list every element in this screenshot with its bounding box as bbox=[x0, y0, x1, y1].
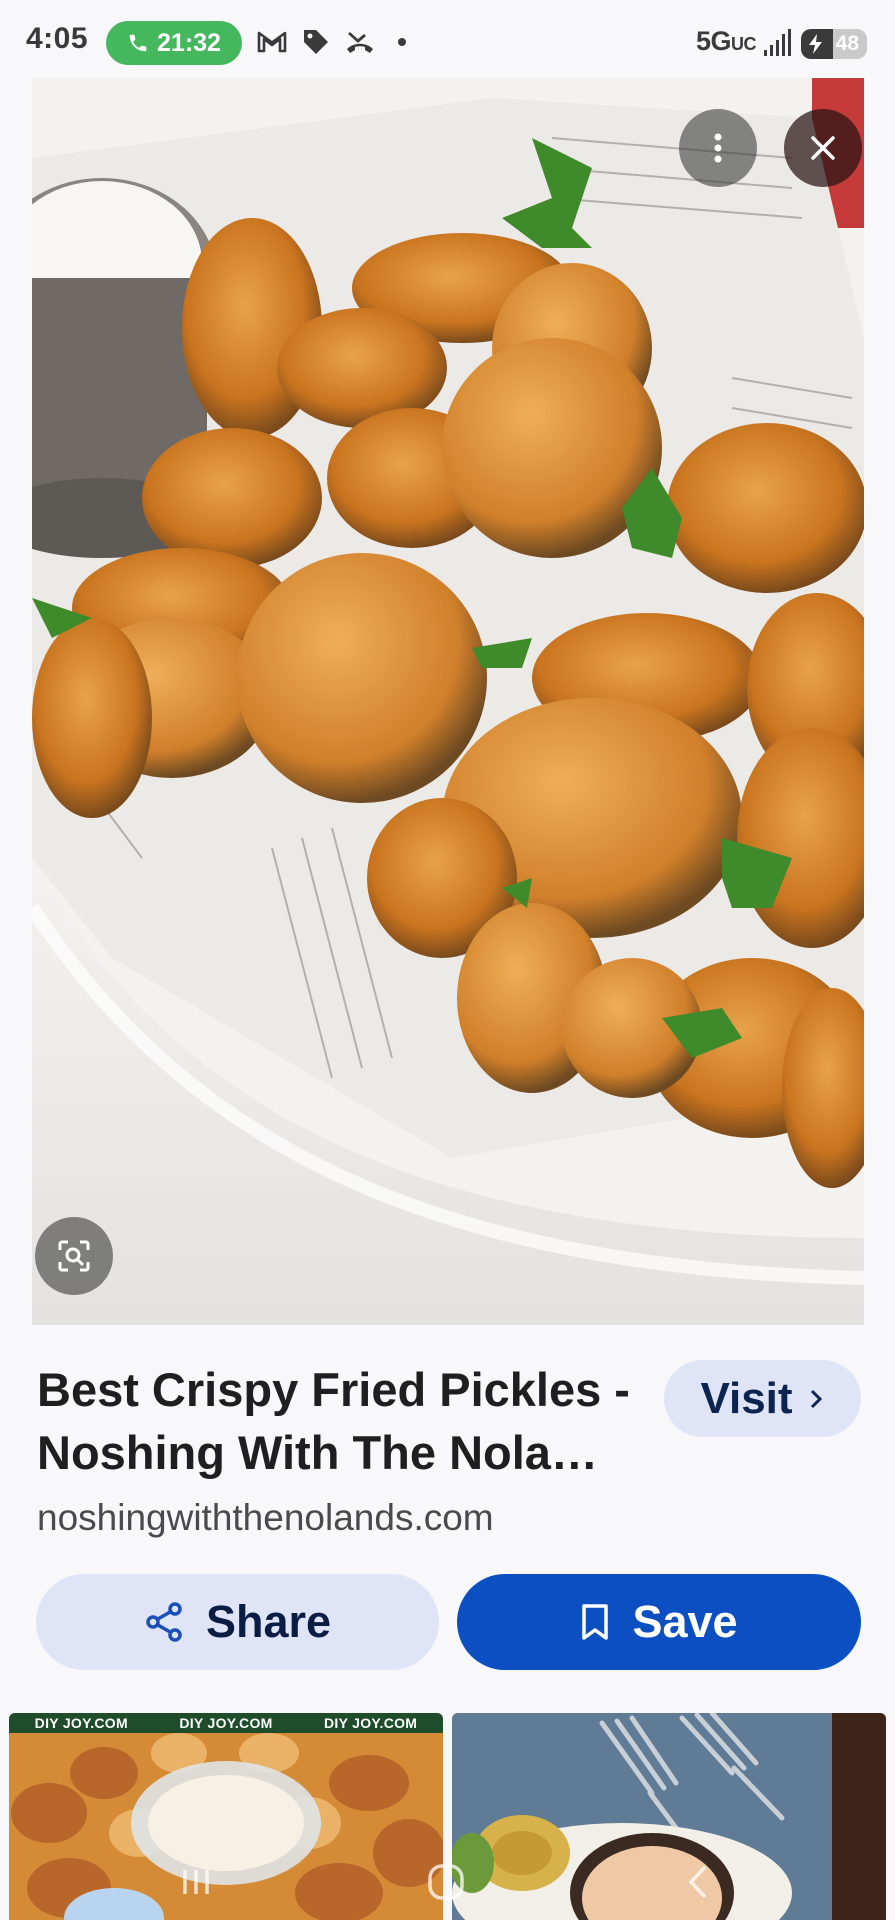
gmail-icon bbox=[257, 31, 287, 53]
chevron-right-icon bbox=[810, 1389, 822, 1408]
ongoing-call-chip[interactable]: 21:32 bbox=[106, 21, 242, 65]
phone-icon bbox=[129, 34, 147, 52]
share-icon bbox=[146, 1602, 182, 1642]
more-vertical-icon bbox=[714, 133, 722, 163]
watermark-text: DIY JOY.COM bbox=[179, 1715, 273, 1731]
pin-source-domain[interactable]: noshingwiththenolands.com bbox=[37, 1497, 494, 1539]
related-pin-image bbox=[9, 1713, 443, 1920]
back-button[interactable] bbox=[668, 1852, 728, 1912]
network-type: 5GUC bbox=[696, 26, 757, 57]
share-button[interactable]: Share bbox=[36, 1574, 439, 1670]
signal-icon bbox=[764, 29, 791, 56]
recent-apps-icon bbox=[183, 1870, 209, 1894]
share-label: Share bbox=[205, 1596, 332, 1647]
visual-search-icon bbox=[58, 1240, 90, 1272]
missed-call-icon bbox=[347, 31, 373, 53]
battery-indicator: 48 bbox=[801, 29, 867, 59]
notification-icons bbox=[256, 26, 406, 58]
related-pin-card[interactable]: DIY JOY.COM DIY JOY.COM DIY JOY.COM bbox=[9, 1713, 443, 1920]
home-icon bbox=[428, 1864, 464, 1900]
network-label: 5G bbox=[696, 26, 732, 56]
close-button[interactable] bbox=[784, 109, 862, 187]
status-time: 4:05 bbox=[26, 22, 89, 55]
tag-icon bbox=[304, 30, 328, 54]
battery-level: 48 bbox=[835, 32, 859, 55]
network-suffix: UC bbox=[731, 34, 757, 54]
close-icon bbox=[811, 136, 835, 160]
save-button[interactable]: Save bbox=[457, 1574, 861, 1670]
pin-image[interactable] bbox=[32, 78, 864, 1325]
visit-button[interactable]: Visit bbox=[664, 1360, 861, 1437]
status-bar: 4:05 21:32 5GUC 48 bbox=[0, 0, 895, 86]
bookmark-icon bbox=[582, 1604, 609, 1640]
home-button[interactable] bbox=[416, 1852, 476, 1912]
visual-search-button[interactable] bbox=[35, 1217, 113, 1295]
watermark-text: DIY JOY.COM bbox=[323, 1715, 418, 1731]
more-notifications-dot bbox=[398, 38, 406, 46]
visit-label: Visit bbox=[700, 1373, 793, 1423]
watermark-text: DIY JOY.COM bbox=[34, 1715, 128, 1731]
save-label: Save bbox=[632, 1596, 738, 1647]
charging-bolt-icon bbox=[809, 34, 822, 54]
recent-apps-button[interactable] bbox=[166, 1852, 226, 1912]
watermark-bar: DIY JOY.COM DIY JOY.COM DIY JOY.COM bbox=[9, 1713, 443, 1733]
more-options-button[interactable] bbox=[679, 109, 757, 187]
fried-pickles-photo bbox=[32, 78, 864, 1325]
back-icon bbox=[688, 1865, 707, 1899]
pin-title[interactable]: Best Crispy Fried Pickles - Noshing With… bbox=[37, 1358, 647, 1484]
call-timer: 21:32 bbox=[157, 28, 221, 57]
